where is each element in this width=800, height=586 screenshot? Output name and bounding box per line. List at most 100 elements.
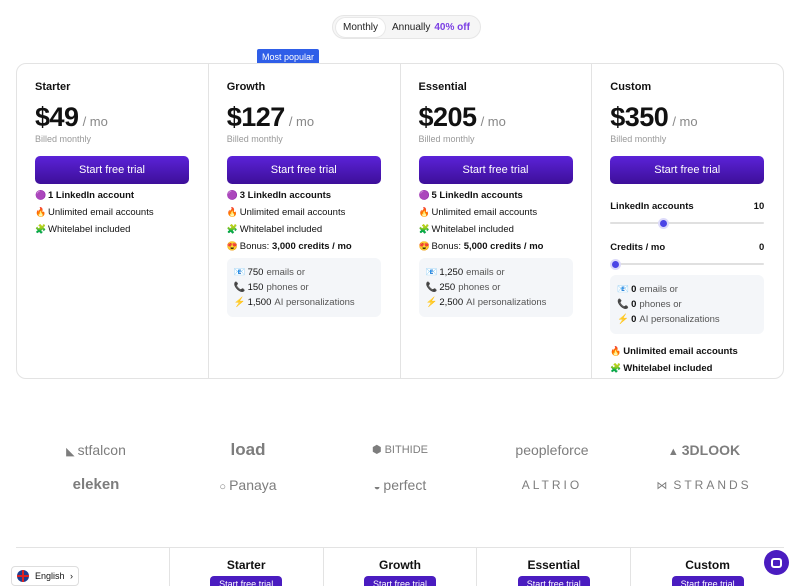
credits-emails: 📧 0 emails or [617,284,757,295]
feature-whitelabel: 🧩 Whitelabel included [227,224,382,235]
feature-whitelabel: 🧩 Whitelabel included [35,224,190,235]
logo-text: load [230,439,266,459]
logo-load: load [188,440,308,460]
plan-name: Starter [35,81,71,93]
credits-label-row: Credits / mo 0 [610,242,764,253]
start-free-trial-button[interactable]: Start free trial [35,156,189,184]
feature-linkedin: 🟣 5 LinkedIn accounts [419,190,574,201]
compare-col-custom: Custom Start free trial [630,548,784,586]
plan-name: Custom [610,81,652,93]
annual-discount-label: 40% off [434,21,470,33]
billing-note: Billed monthly [35,134,92,144]
email-icon: 📧 [617,284,630,295]
linkedin-accounts-label-row: LinkedIn accounts 10 [610,201,764,212]
credit-text: AI personalizations [274,297,355,308]
credit-amount: 150 [247,282,264,293]
slider-thumb[interactable] [657,218,669,229]
customer-logos: ◣ stfalcon load ⬢ BITHIDE peopleforce ▲ 3DL… [0,432,800,502]
credit-text: phones or [266,282,309,293]
feature-email: 🔥 Unlimited email accounts [419,207,574,218]
puzzle-icon: 🧩 [610,363,622,373]
chat-bubble-icon [771,557,782,568]
feature-email: 🔥 Unlimited email accounts [35,207,190,218]
feature-email: 🔥 Unlimited email accounts [227,207,382,218]
plan-name: Essential [418,81,467,93]
plan-price: $127 [226,102,286,132]
start-free-trial-button[interactable]: Start free trial [363,576,436,586]
lightning-icon: ⚡ [617,314,630,325]
heart-eyes-icon: 😍 [226,241,238,251]
credit-text: phones or [458,282,501,293]
logo-eleken: eleken [36,476,156,493]
logo-perfect: ◒ perfect [340,477,460,493]
chat-widget-button[interactable] [764,550,789,575]
start-free-trial-button[interactable]: Start free trial [210,576,283,586]
fire-icon: 🔥 [610,346,622,356]
credit-text: AI personalizations [466,297,547,308]
heart-eyes-icon: 😍 [418,241,430,251]
slider-thumb[interactable] [609,259,621,270]
purple-circle-icon: 🟣 [418,190,430,200]
credit-amount: 250 [439,282,456,293]
plan-essential: Essential $205 / mo Billed monthly Start… [401,64,593,378]
fire-icon: 🔥 [226,207,238,217]
credits-emails: 📧 750 emails or [234,267,374,278]
credit-text: phones or [639,299,682,310]
start-free-trial-button[interactable]: Start free trial [517,576,590,586]
compare-col-essential: Essential Start free trial [476,548,630,586]
logo-stfalcon: ◣ stfalcon [36,442,156,458]
start-free-trial-button[interactable]: Start free trial [671,576,744,586]
bonus-label: Bonus: [431,241,462,252]
bonus-value: 3,000 credits / mo [271,241,352,252]
logo-text: STRANDS [673,477,752,492]
start-free-trial-button[interactable]: Start free trial [226,156,381,184]
language-selector[interactable]: English › [11,566,79,586]
language-label: English [35,571,65,581]
price-period: / mo [480,114,506,129]
billing-annual-option[interactable]: Annually 40% off [385,18,477,37]
credits-ai: ⚡ 0 AI personalizations [617,314,757,325]
bonus-label: Bonus: [239,241,270,252]
plan-name: Growth [226,81,266,93]
credits-slider[interactable] [609,259,765,270]
credit-amount: 1,500 [247,297,272,308]
logo-text: peopleforce [515,441,589,458]
feature-text: Whitelabel included [239,224,323,235]
linkedin-accounts-slider[interactable] [610,218,765,229]
credit-amount: 750 [247,267,264,278]
falcon-icon: ◣ [66,445,75,458]
credits-phones: 📞 250 phones or [426,282,566,293]
credit-amount: 1,250 [439,267,464,278]
feature-whitelabel: 🧩 Whitelabel included [610,363,765,374]
phone-icon: 📞 [425,282,438,293]
perfect-icon: ◒ [373,480,381,493]
feature-bonus: 😍 Bonus: 5,000 credits / mo [419,241,574,252]
price-period: / mo [82,114,108,129]
credits-ai: ⚡ 1,500 AI personalizations [234,297,374,308]
feature-linkedin: 🟣 1 LinkedIn account [35,190,190,201]
logo-row: ◣ stfalcon load ⬢ BITHIDE peopleforce ▲ 3DL… [0,432,800,467]
billing-monthly-option[interactable]: Monthly [336,17,386,37]
credit-text: emails or [639,284,678,295]
logo-3dlook: ▲ 3DLOOK [644,442,764,458]
start-free-trial-button[interactable]: Start free trial [418,156,573,184]
credit-amount: 2,500 [439,297,464,308]
start-free-trial-button[interactable]: Start free trial [610,156,765,184]
credit-text: emails or [466,267,505,278]
lightning-icon: ⚡ [233,297,246,308]
logo-peopleforce: peopleforce [492,442,612,458]
phone-icon: 📞 [617,299,630,310]
feature-email: 🔥 Unlimited email accounts [610,346,765,357]
credits-ai: ⚡ 2,500 AI personalizations [426,297,566,308]
logo-row: eleken ○ Panaya ◒ perfect ALTRIO ⋈ STRANDS [0,467,800,502]
feature-text: 1 LinkedIn account [48,190,135,201]
pricing-cards: Starter $49 / mo Billed monthly Start fr… [16,63,784,379]
logo-text: Panaya [229,476,277,493]
compare-plan-name: Growth [378,558,421,572]
feature-text: Whitelabel included [431,224,514,235]
credit-amount: 0 [631,284,637,295]
price-period: / mo [288,114,315,129]
billing-note: Billed monthly [226,134,283,144]
credit-amount: 0 [631,299,637,310]
credits-breakdown: 📧 750 emails or 📞 150 phones or ⚡ 1,500 AI per… [226,258,381,317]
